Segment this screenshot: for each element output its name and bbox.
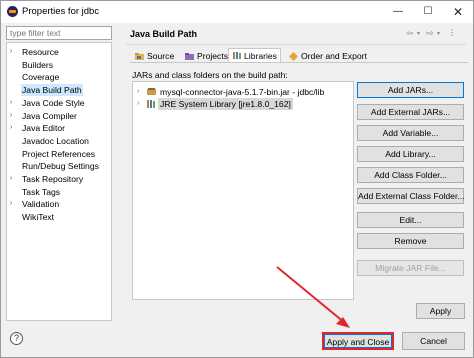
expand-arrow-icon[interactable]: › xyxy=(10,46,18,58)
tree-item-label: Java Code Style xyxy=(22,97,85,108)
expand-arrow-icon[interactable]: › xyxy=(10,110,18,122)
back-dropdown-icon[interactable]: ▾ xyxy=(417,30,420,37)
tree-item[interactable]: Java Build Path xyxy=(7,84,111,97)
properties-dialog: Properties for jdbc — ☐ ✕ › Resource Build… xyxy=(0,0,474,358)
jar-icon xyxy=(147,88,156,95)
preference-tree: › Resource Builders Coverage Java Build Path… xyxy=(6,42,112,321)
tab-separator xyxy=(130,62,468,63)
remove-button[interactable]: Remove xyxy=(357,233,464,249)
add-library-button[interactable]: Add Library... xyxy=(357,146,464,162)
expand-arrow-icon[interactable]: › xyxy=(10,173,18,185)
edit-button[interactable]: Edit... xyxy=(357,212,464,228)
projects-icon xyxy=(185,53,194,60)
libraries-caption: JARs and class folders on the build path… xyxy=(132,70,288,80)
tree-item[interactable]: › Task Repository xyxy=(7,173,111,185)
tree-item[interactable]: › Validation xyxy=(7,198,111,210)
tab-libraries-label: Libraries xyxy=(244,51,277,61)
minimize-button[interactable]: — xyxy=(383,1,413,23)
tab-libraries[interactable]: Libraries xyxy=(228,48,281,63)
tab-source-label: Source xyxy=(147,51,175,61)
tree-item[interactable]: › Resource xyxy=(7,46,111,58)
tree-item[interactable]: WikiText xyxy=(7,211,111,223)
expand-arrow-icon[interactable]: › xyxy=(10,97,18,109)
apply-and-close-button[interactable]: Apply and Close xyxy=(322,332,394,350)
add-variable-button[interactable]: Add Variable... xyxy=(357,125,464,141)
order-export-icon xyxy=(289,52,298,61)
tab-order-export-label: Order and Export xyxy=(301,51,367,61)
close-button[interactable]: ✕ xyxy=(443,1,473,23)
help-icon[interactable]: ? xyxy=(10,332,23,345)
apply-button[interactable]: Apply xyxy=(416,303,465,319)
library-label: mysql-connector-java-5.1.7-bin.jar - jdb… xyxy=(160,87,325,97)
add-external-class-folder-button[interactable]: Add External Class Folder... xyxy=(357,188,465,204)
filter-input[interactable] xyxy=(6,26,112,40)
build-path-page: Java Build Path ⇦ ▾ ⇨ ▾ ⋮ Source Project… xyxy=(122,23,473,323)
tree-item[interactable]: › Java Compiler xyxy=(7,110,111,122)
tree-item-label: Run/Debug Settings xyxy=(22,161,99,172)
tree-item[interactable]: Builders xyxy=(7,59,111,71)
tree-item-label: Java Compiler xyxy=(22,110,77,121)
library-row[interactable]: › JRE System Library [jre1.8.0_162] xyxy=(133,98,353,110)
expand-arrow-icon[interactable]: › xyxy=(137,86,139,98)
source-folder-icon xyxy=(135,53,144,60)
tree-item-label: Builders xyxy=(22,59,54,70)
library-icon xyxy=(147,100,155,108)
tree-item[interactable]: Javadoc Location xyxy=(7,135,111,147)
forward-dropdown-icon[interactable]: ▾ xyxy=(437,30,440,37)
maximize-button[interactable]: ☐ xyxy=(413,1,443,23)
tree-item[interactable]: Task Tags xyxy=(7,186,111,198)
page-title: Java Build Path xyxy=(130,29,198,39)
tree-item[interactable]: Run/Debug Settings xyxy=(7,160,111,172)
add-class-folder-button[interactable]: Add Class Folder... xyxy=(357,167,464,183)
eclipse-icon xyxy=(7,6,18,17)
tree-item[interactable]: Project References xyxy=(7,148,111,160)
tree-item-label: Java Editor xyxy=(22,123,65,134)
tree-item-label: Java Build Path xyxy=(21,84,83,97)
title-bar: Properties for jdbc — ☐ ✕ xyxy=(1,1,473,23)
tree-item-label: Validation xyxy=(22,199,60,210)
tree-item-label: Resource xyxy=(22,47,59,57)
title-separator xyxy=(126,44,466,45)
add-external-jars-button[interactable]: Add External JARs... xyxy=(357,104,464,120)
tree-item[interactable]: › Java Editor xyxy=(7,122,111,134)
window-title: Properties for jdbc xyxy=(22,6,100,17)
library-row[interactable]: › mysql-connector-java-5.1.7-bin.jar - j… xyxy=(133,86,353,98)
cancel-button[interactable]: Cancel xyxy=(402,332,465,350)
tree-item-label: WikiText xyxy=(22,212,54,223)
tree-item-label: Coverage xyxy=(22,72,60,83)
back-arrow-icon[interactable]: ⇦ xyxy=(406,28,414,39)
tree-item-label: Task Repository xyxy=(22,174,84,184)
tree-item-label: Task Tags xyxy=(22,186,61,197)
expand-arrow-icon[interactable]: › xyxy=(10,122,18,134)
migrate-jar-button[interactable]: Migrate JAR File... xyxy=(357,260,464,276)
tree-item-label: Project References xyxy=(22,148,96,159)
tree-item-label: Javadoc Location xyxy=(22,135,89,146)
expand-arrow-icon[interactable]: › xyxy=(10,198,18,210)
libraries-tree[interactable]: › mysql-connector-java-5.1.7-bin.jar - j… xyxy=(132,81,354,300)
expand-arrow-icon[interactable]: › xyxy=(137,98,139,110)
tab-projects-label: Projects xyxy=(197,51,229,61)
libraries-icon xyxy=(233,52,241,59)
forward-arrow-icon[interactable]: ⇨ xyxy=(426,28,434,39)
tree-item[interactable]: › Java Code Style xyxy=(7,97,111,109)
tree-item[interactable]: Coverage xyxy=(7,71,111,83)
history-nav: ⇦ ▾ ⇨ ▾ ⋮ xyxy=(406,28,466,40)
add-jars-button[interactable]: Add JARs... xyxy=(357,82,464,98)
library-label: JRE System Library [jre1.8.0_162] xyxy=(158,98,293,110)
view-menu-icon[interactable]: ⋮ xyxy=(448,28,456,37)
